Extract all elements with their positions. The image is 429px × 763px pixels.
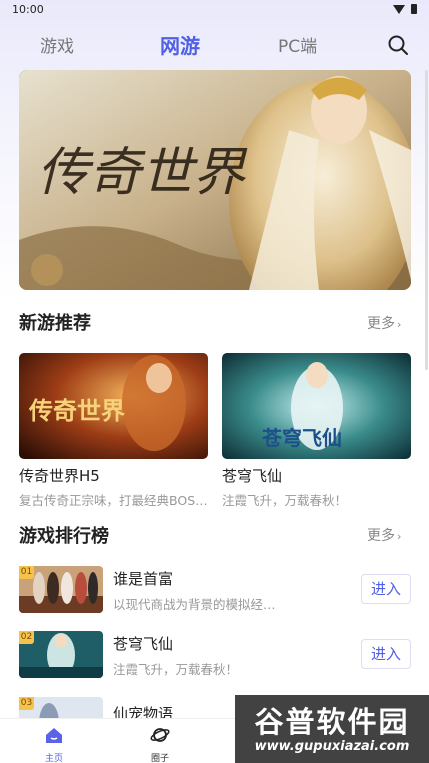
rank-badge: 02 bbox=[19, 631, 34, 644]
game-thumbnail: 苍穹飞仙 bbox=[222, 353, 411, 459]
banner-logo-text: 传奇世界 bbox=[37, 143, 248, 203]
status-bar: 10:00 bbox=[0, 0, 429, 22]
game-card[interactable]: 苍穹飞仙 苍穹飞仙 注霞飞升，万载春秋！ bbox=[222, 353, 411, 509]
rank-badge: 01 bbox=[19, 566, 34, 579]
tab-online-games[interactable]: 网游 bbox=[160, 30, 200, 59]
ranking-row[interactable]: 01 谁是首富 以现代商战为背景的模拟经… 进入 bbox=[19, 566, 411, 616]
top-tabs: 游戏 网游 PC端 bbox=[0, 26, 429, 66]
game-name: 苍穹飞仙 bbox=[222, 467, 283, 485]
status-icons bbox=[393, 4, 417, 14]
game-description: 复古传奇正宗味，打最经典BOSS… bbox=[19, 493, 208, 508]
nav-community-label: 圈子 bbox=[150, 754, 169, 763]
game-name: 传奇世界H5 bbox=[19, 467, 100, 485]
game-description: 注霞飞升，万载春秋！ bbox=[113, 662, 239, 677]
chevron-right-icon: › bbox=[397, 530, 402, 543]
ranking-title: 游戏排行榜 bbox=[19, 526, 109, 547]
featured-banner[interactable]: 传奇世界 bbox=[19, 70, 411, 290]
new-games-more-link[interactable]: 更多 › bbox=[367, 313, 401, 333]
rank-badge: 03 bbox=[19, 697, 34, 710]
watermark-title: 谷普软件园 bbox=[254, 705, 410, 739]
game-card[interactable]: 传奇世界 传奇世界H5 复古传奇正宗味，打最经典BOSS… bbox=[19, 353, 208, 509]
battery-icon bbox=[411, 4, 417, 14]
game-description: 以现代商战为背景的模拟经… bbox=[113, 597, 276, 612]
enter-button[interactable]: 进入 bbox=[361, 574, 411, 604]
enter-button[interactable]: 进入 bbox=[361, 639, 411, 669]
watermark: 谷普软件园 www.gupuxiazai.com bbox=[235, 695, 429, 763]
banner-artwork: 传奇世界 bbox=[19, 70, 411, 290]
nav-home-label: 主页 bbox=[44, 754, 63, 763]
chevron-right-icon: › bbox=[397, 318, 402, 331]
ranking-row[interactable]: 02 苍穹飞仙 注霞飞升，万载春秋！ 进入 bbox=[19, 631, 411, 681]
new-games-title: 新游推荐 bbox=[19, 313, 91, 334]
watermark-url: www.gupuxiazai.com bbox=[254, 739, 410, 754]
game-name: 谁是首富 bbox=[113, 570, 174, 588]
ranking-more-link[interactable]: 更多 › bbox=[367, 525, 401, 545]
game-name: 苍穹飞仙 bbox=[113, 635, 174, 653]
thumb-logo-text: 苍穹飞仙 bbox=[261, 426, 342, 450]
game-thumbnail: 传奇世界 bbox=[19, 353, 208, 459]
nav-community[interactable]: 圈子 bbox=[130, 725, 190, 763]
thumb-logo-text: 传奇世界 bbox=[28, 396, 125, 425]
planet-icon bbox=[150, 728, 170, 742]
game-description: 注霞飞升，万载春秋！ bbox=[222, 493, 348, 508]
tab-games[interactable]: 游戏 bbox=[40, 32, 74, 57]
nav-home[interactable]: 主页 bbox=[24, 725, 84, 763]
status-time: 10:00 bbox=[12, 3, 44, 16]
scrollbar[interactable] bbox=[425, 70, 428, 370]
home-icon bbox=[46, 728, 62, 743]
wifi-icon bbox=[393, 4, 405, 14]
game-name: 仙宠物语 bbox=[113, 705, 174, 718]
search-icon[interactable] bbox=[387, 34, 409, 56]
tab-pc[interactable]: PC端 bbox=[278, 32, 317, 57]
